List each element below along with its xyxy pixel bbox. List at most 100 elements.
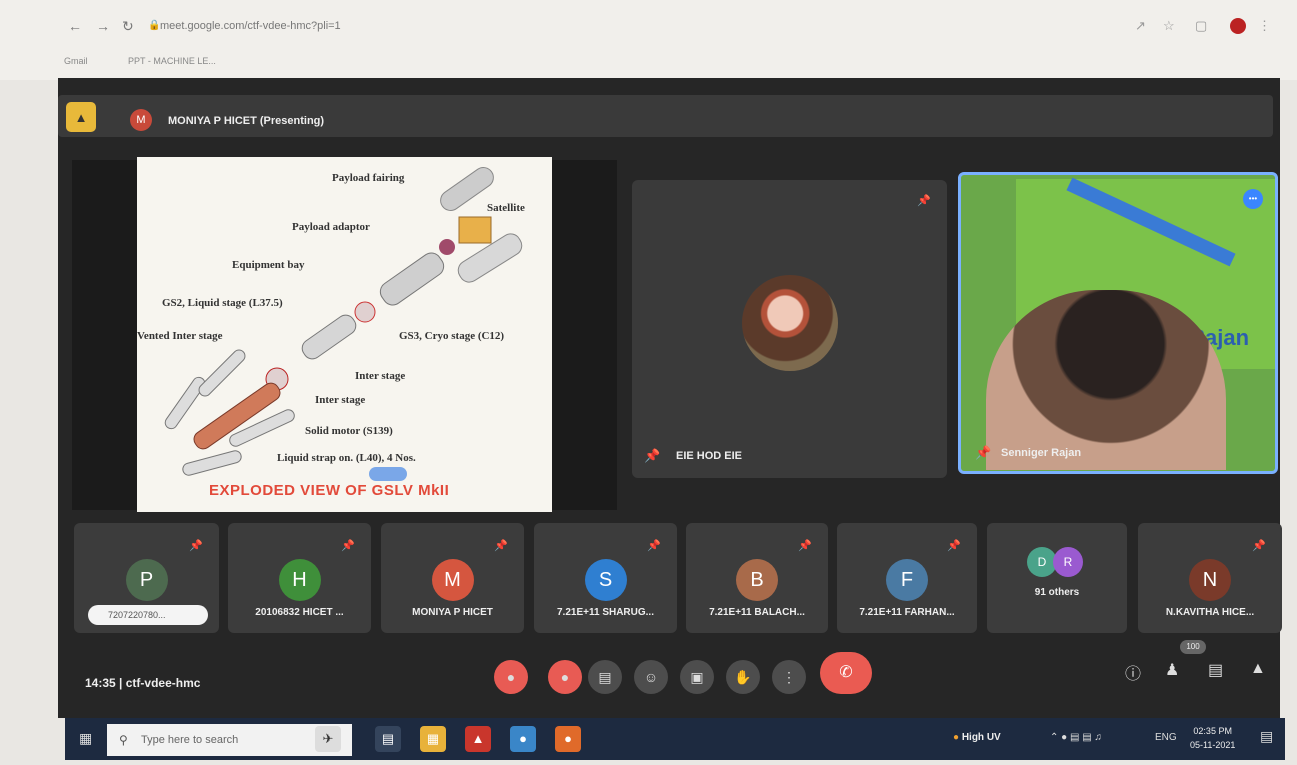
pin-icon[interactable]: 📌 <box>975 445 991 461</box>
pin-icon[interactable]: 📌 <box>947 539 961 552</box>
tile-name: EIE HOD EIE <box>676 450 743 462</box>
share-icon[interactable]: ↗ <box>1135 18 1146 34</box>
participant-tile[interactable]: 📌 H 20106832 HICET ... <box>228 523 371 633</box>
slide-label: Liquid strap on. (L40), 4 Nos. <box>277 452 416 464</box>
avatar: P <box>125 559 168 601</box>
participant-name: 7.21E+11 BALACH... <box>709 607 805 618</box>
more-options-icon[interactable]: ⋮ <box>772 660 806 694</box>
participant-tile[interactable]: 📌 F 7.21E+11 FARHAN... <box>837 523 977 633</box>
pin-icon[interactable]: 📌 <box>341 539 355 552</box>
presenting-bar: ▲ M MONIYA P HICET (Presenting) <box>58 95 1273 137</box>
star-icon[interactable]: ☆ <box>1163 18 1175 34</box>
browser-toolbar: ← → ↻ 🔒 meet.google.com/ctf-vdee-hmc?pli… <box>0 12 1297 42</box>
search-icon: ⚲ <box>119 733 128 747</box>
windows-start-icon[interactable]: ▦ <box>79 730 92 747</box>
captions-icon[interactable]: ▤ <box>588 660 622 694</box>
participant-tile[interactable]: 📌 M MONIYA P HICET <box>381 523 524 633</box>
tray-icons[interactable]: ⌃ ● ▤ ▤ ♫ <box>1050 732 1102 743</box>
menu-icon[interactable]: ⋮ <box>1258 18 1271 34</box>
end-call-button[interactable]: ✆ <box>820 652 872 694</box>
participant-tile[interactable]: 📌 N N.KAVITHA HICE... <box>1138 523 1282 633</box>
meeting-code: ctf-vdee-hmc <box>125 676 201 690</box>
slide-label: Inter stage <box>355 370 406 382</box>
firefox-icon[interactable]: ● <box>555 726 581 752</box>
reload-icon[interactable]: ↻ <box>122 18 134 35</box>
speaking-indicator-icon: ••• <box>1243 189 1263 209</box>
pin-icon[interactable]: 📌 <box>189 539 203 552</box>
taskbar-clock[interactable]: 02:35 PM 05-11-2021 <box>1190 724 1235 752</box>
slide-label: GS2, Liquid stage (L37.5) <box>162 297 283 309</box>
back-icon[interactable]: ← <box>68 18 82 34</box>
forward-icon[interactable]: → <box>96 18 110 34</box>
present-screen-icon[interactable]: ▣ <box>680 660 714 694</box>
participant-name: 7207220780... <box>88 605 208 625</box>
taskbar-time: 02:35 PM <box>1193 726 1232 736</box>
video-tile-rajan[interactable]: A. Rajan ••• 📌 Senniger Rajan <box>958 172 1278 474</box>
slide-label: Inter stage <box>315 394 366 406</box>
airplane-app-icon[interactable]: ✈ <box>315 726 341 752</box>
avatar: F <box>886 559 928 601</box>
tile-name: Senniger Rajan <box>1001 447 1082 459</box>
slide-label: Vented Inter stage <box>137 330 223 342</box>
pin-icon[interactable]: 📌 <box>798 539 812 552</box>
address-bar[interactable]: meet.google.com/ctf-vdee-hmc?pli=1 <box>160 20 341 32</box>
task-view-icon[interactable]: ▤ <box>375 726 401 752</box>
windows-taskbar: ▦ ⚲ Type here to search ✈ ▤ ▦ ▲ ● ● ● Hi… <box>65 718 1285 760</box>
chat-icon[interactable]: ▤ <box>1208 660 1223 680</box>
slide-label: Payload fairing <box>332 172 405 184</box>
presenter-avatar: M <box>130 109 152 131</box>
acrobat-icon[interactable]: ▲ <box>465 726 491 752</box>
emoji-icon[interactable]: ☺ <box>634 660 668 694</box>
slide-label: Satellite <box>487 202 525 214</box>
pin-icon[interactable]: 📌 <box>1252 539 1266 552</box>
separator: | <box>119 676 126 690</box>
participant-count: 100 <box>1180 640 1206 654</box>
pin-icon[interactable]: 📌 <box>644 448 660 464</box>
avatar: B <box>736 559 778 601</box>
lock-icon: 🔒 <box>148 20 161 31</box>
pin-icon[interactable]: 📌 <box>494 539 508 552</box>
activities-icon[interactable]: ▲ <box>1250 660 1266 678</box>
slide-control[interactable] <box>369 467 407 481</box>
taskbar-date: 05-11-2021 <box>1190 740 1236 750</box>
info-icon[interactable]: ⓘ <box>1125 660 1141 684</box>
others-tile[interactable]: D R 91 others <box>987 523 1127 633</box>
avatar: H <box>278 559 321 601</box>
avatar: R <box>1053 547 1083 577</box>
camera-icon[interactable]: ● <box>548 660 582 694</box>
participant-name: 7.21E+11 SHARUG... <box>557 607 654 618</box>
pin-icon[interactable]: 📌 <box>917 194 931 207</box>
presenter-label: MONIYA P HICET (Presenting) <box>168 115 325 127</box>
participant-name: N.KAVITHA HICE... <box>1165 607 1255 618</box>
bookmark-ppt[interactable]: PPT - MACHINE LE... <box>128 56 216 66</box>
weather-text: High UV <box>961 732 1001 743</box>
profile-avatar[interactable] <box>1230 18 1246 34</box>
browser-chrome: ← → ↻ 🔒 meet.google.com/ctf-vdee-hmc?pli… <box>0 0 1297 80</box>
avatar <box>742 275 838 371</box>
participant-tile[interactable]: 📌 S 7.21E+11 SHARUG... <box>534 523 677 633</box>
search-placeholder: Type here to search <box>141 734 239 746</box>
presentation-slide: Payload fairing Satellite Payload adapto… <box>137 157 552 512</box>
weather-widget[interactable]: ● High UV <box>953 732 1001 743</box>
slide-label: Equipment bay <box>232 259 305 271</box>
language-indicator[interactable]: ENG <box>1155 732 1177 743</box>
chrome-icon[interactable]: ● <box>510 726 536 752</box>
participant-tile[interactable]: 📌 P 7207220780... <box>74 523 219 633</box>
participant-name: MONIYA P HICET <box>412 607 493 618</box>
participant-tile[interactable]: 📌 B 7.21E+11 BALACH... <box>686 523 828 633</box>
participant-name: 20106832 HICET ... <box>255 607 344 618</box>
raise-hand-icon[interactable]: ✋ <box>726 660 760 694</box>
pin-icon[interactable]: 📌 <box>647 539 661 552</box>
file-explorer-icon[interactable]: ▦ <box>420 726 446 752</box>
present-icon[interactable]: ▲ <box>66 102 96 132</box>
mic-icon[interactable]: ● <box>494 660 528 694</box>
slide-label: GS3, Cryo stage (C12) <box>399 330 505 342</box>
bookmark-gmail[interactable]: Gmail <box>64 56 88 66</box>
avatar: M <box>431 559 474 601</box>
slide-label: Payload adaptor <box>292 221 370 233</box>
slide-label: Solid motor (S139) <box>305 425 393 437</box>
notification-icon[interactable]: ▤ <box>1260 728 1273 745</box>
sidepanel-icon[interactable]: ▢ <box>1195 18 1207 34</box>
video-tile-eie-hod[interactable]: 📌 📌 EIE HOD EIE <box>632 180 947 478</box>
people-icon[interactable]: ♟ <box>1165 660 1179 680</box>
